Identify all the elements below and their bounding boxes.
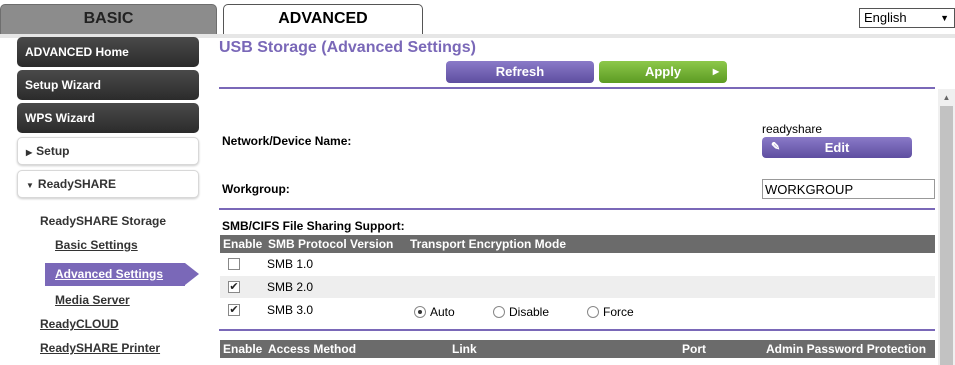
device-name-label: Network/Device Name: (222, 134, 352, 148)
sidebar-item-advanced-home[interactable]: ADVANCED Home (17, 37, 199, 67)
divider (219, 208, 935, 210)
radio-selected-icon (414, 306, 426, 318)
column-header: Enable (223, 342, 263, 356)
apply-label: Apply (644, 64, 682, 79)
sidebar-item-readycloud[interactable]: ReadyCLOUD (40, 317, 119, 331)
table-row: ✔ SMB 3.0 Auto Disable Force (220, 299, 935, 321)
divider (219, 87, 935, 89)
smb-section-label: SMB/CIFS File Sharing Support: (222, 219, 405, 233)
table-row: SMB 1.0 (220, 253, 935, 275)
radio-label: Auto (430, 305, 455, 319)
caret-down-icon: ▼ (26, 181, 34, 190)
arrow-right-icon: ▶ (712, 67, 719, 76)
scrollbar[interactable]: ▲ (938, 89, 955, 365)
sidebar-item-setup-wizard[interactable]: Setup Wizard (17, 70, 199, 100)
page-title: USB Storage (Advanced Settings) (219, 39, 476, 56)
column-header: Admin Password Protection (766, 342, 927, 356)
tab-basic[interactable]: BASIC (0, 4, 217, 34)
access-table-header: Enable Access Method Link Port Admin Pas… (220, 340, 935, 358)
encryption-auto-option[interactable]: Auto (414, 305, 455, 319)
workgroup-input[interactable] (762, 179, 935, 199)
radio-icon (587, 306, 599, 318)
sidebar-item-media-server[interactable]: Media Server (55, 293, 130, 307)
sidebar-item-setup[interactable]: ▶ Setup (17, 137, 199, 165)
column-header: Transport Encryption Mode (410, 237, 567, 251)
smb2-checkbox[interactable]: ✔ (228, 281, 240, 293)
column-header: Enable (223, 237, 263, 251)
column-header: Port (682, 342, 706, 356)
column-header: Access Method (268, 342, 357, 356)
smb-version: SMB 3.0 (267, 303, 314, 317)
language-value: English (864, 10, 907, 25)
sidebar-item-basic-settings[interactable]: Basic Settings (55, 238, 138, 252)
scrollbar-thumb[interactable] (940, 106, 953, 365)
sidebar-item-readyshare-printer[interactable]: ReadySHARE Printer (40, 341, 160, 355)
sidebar-item-readyshare[interactable]: ▼ ReadySHARE (17, 170, 199, 198)
sidebar-item-label: ReadySHARE (37, 177, 116, 191)
smb-version: SMB 1.0 (267, 257, 314, 271)
pencil-icon: ✎ (771, 141, 781, 153)
column-header: Link (452, 342, 477, 356)
refresh-button[interactable]: Refresh (446, 61, 594, 83)
edit-label: Edit (824, 140, 850, 155)
sidebar-item-label: Setup (36, 144, 70, 158)
sidebar-item-readyshare-storage[interactable]: ReadySHARE Storage (40, 214, 166, 228)
sidebar-item-wps-wizard[interactable]: WPS Wizard (17, 103, 199, 133)
divider (219, 329, 935, 331)
workgroup-label: Workgroup: (222, 182, 290, 196)
caret-right-icon: ▶ (26, 148, 33, 157)
apply-button[interactable]: Apply ▶ (599, 61, 727, 83)
chevron-down-icon: ▼ (940, 13, 949, 23)
encryption-disable-option[interactable]: Disable (493, 305, 549, 319)
edit-button[interactable]: ✎ Edit (762, 137, 912, 158)
column-header: SMB Protocol Version (268, 237, 394, 251)
smb1-checkbox[interactable] (228, 258, 240, 270)
radio-label: Force (603, 305, 634, 319)
tab-advanced[interactable]: ADVANCED (223, 4, 423, 36)
smb-version: SMB 2.0 (267, 280, 314, 294)
language-select[interactable]: English ▼ (859, 8, 955, 28)
smb-table-header: Enable SMB Protocol Version Transport En… (220, 235, 935, 253)
sidebar-item-advanced-settings[interactable]: Advanced Settings (45, 263, 199, 286)
radio-icon (493, 306, 505, 318)
encryption-force-option[interactable]: Force (587, 305, 634, 319)
smb3-checkbox[interactable]: ✔ (228, 304, 240, 316)
device-name-value: readyshare (762, 122, 823, 136)
scroll-up-icon[interactable]: ▲ (938, 89, 955, 106)
table-row: ✔ SMB 2.0 (220, 276, 935, 298)
radio-label: Disable (509, 305, 550, 319)
